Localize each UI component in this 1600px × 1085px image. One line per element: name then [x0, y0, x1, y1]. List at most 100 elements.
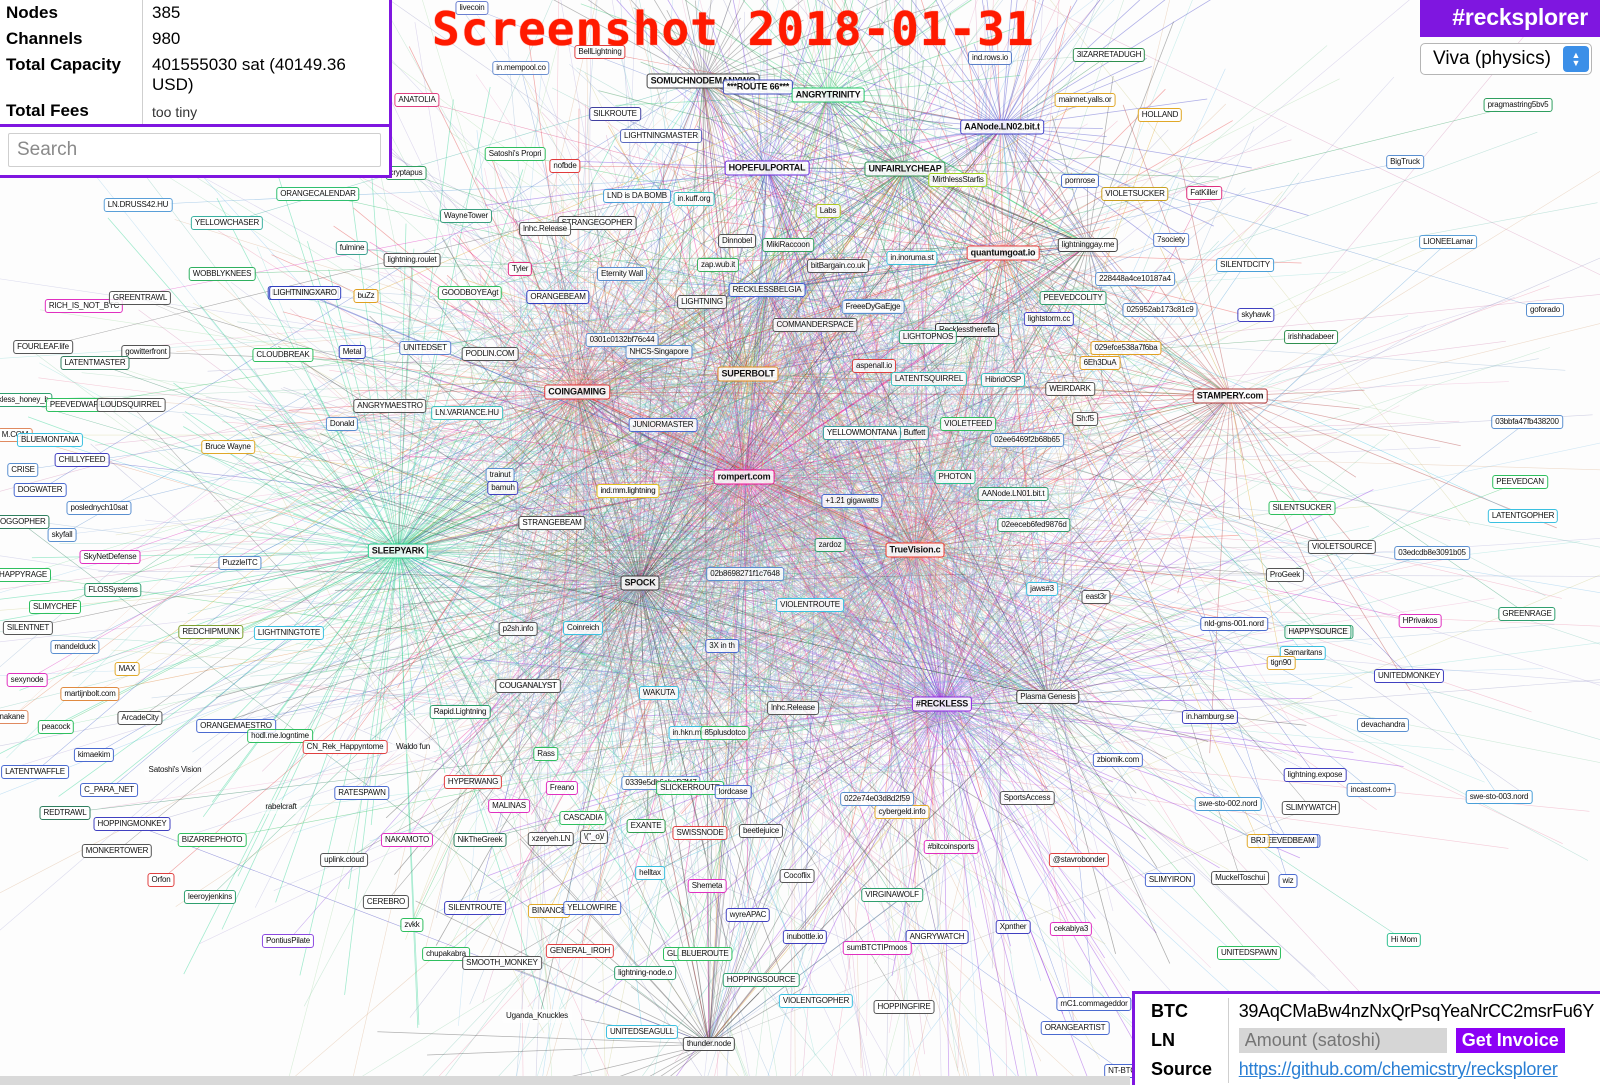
graph-node[interactable]: REDCHIPMUNK	[178, 625, 244, 639]
graph-node[interactable]: zap.wub.it	[696, 258, 740, 272]
graph-node[interactable]: cybergeld.info	[874, 805, 930, 819]
graph-node[interactable]: CN_Rek_Happyntome	[302, 740, 388, 754]
graph-node[interactable]: inubottle.io	[782, 930, 828, 944]
graph-node[interactable]: uplink.cloud	[320, 853, 368, 867]
graph-node[interactable]: UNITEDSPAWN	[1216, 946, 1282, 960]
graph-node[interactable]: 85plusdotco	[700, 726, 750, 740]
graph-node[interactable]: TrueVision.c	[885, 542, 945, 558]
layout-select[interactable]: Viva (physics)Force (d3)CircleGrid	[1420, 43, 1592, 75]
graph-node[interactable]: BRJ	[1246, 834, 1270, 848]
source-link[interactable]: https://github.com/chemicstry/recksplore…	[1239, 1059, 1558, 1079]
graph-node[interactable]: xzeryeh.LN	[527, 832, 575, 846]
graph-node[interactable]: MAX	[114, 662, 140, 676]
graph-node[interactable]: quantumgoat.io	[966, 245, 1040, 261]
graph-node[interactable]: Satoshi's Propri	[484, 147, 546, 161]
graph-node[interactable]: VIRGINAWOLF	[861, 888, 923, 902]
graph-node[interactable]: CRISE	[7, 463, 39, 477]
graph-node[interactable]: VIOLETFEED	[940, 417, 996, 431]
graph-node[interactable]: CLOUDBREAK	[252, 348, 314, 362]
graph-node[interactable]: beetlejuice	[738, 824, 784, 838]
graph-node[interactable]: ORANGEBEAM	[526, 290, 590, 304]
graph-node[interactable]: GREENRAGE	[1498, 607, 1556, 621]
graph-node[interactable]: sexynode	[6, 673, 48, 687]
graph-node[interactable]: UNITEDSEAGULL	[605, 1025, 679, 1039]
graph-node[interactable]: bitBargain.co.uk	[806, 259, 870, 273]
graph-node[interactable]: MALINAS	[488, 799, 530, 813]
graph-node[interactable]: YELLOWFIRE	[563, 901, 621, 915]
graph-node[interactable]: LOUDSQUIRREL	[96, 398, 166, 412]
graph-node[interactable]: 029efce538a7f6ba	[1090, 341, 1162, 355]
graph-node[interactable]: BIZARREPHOTO	[177, 833, 247, 847]
graph-node[interactable]: Freano	[545, 781, 579, 795]
graph-node[interactable]: #bitcoinsports	[923, 840, 979, 854]
graph-node[interactable]: WAKUTA	[638, 686, 680, 700]
graph-node[interactable]: PontiusPilate	[261, 934, 315, 948]
graph-node[interactable]: LIGHTOPNOS	[898, 330, 958, 344]
graph-node[interactable]: nakane	[0, 710, 29, 724]
graph-node[interactable]: in.kuff.org	[673, 192, 715, 206]
graph-node[interactable]: Satoshi's Vision	[144, 763, 206, 777]
graph-node[interactable]: MirthlessStarfis	[928, 173, 988, 187]
graph-node[interactable]: martijnbolt.com	[60, 687, 120, 701]
graph-node[interactable]: ind.mm.lightning	[596, 484, 660, 498]
graph-node[interactable]: lordcase	[714, 785, 752, 799]
graph-node[interactable]: SILENTNET	[2, 621, 54, 635]
graph-node[interactable]: ProGeek	[1265, 568, 1305, 582]
graph-node[interactable]: PEEVEDCAN	[1492, 475, 1548, 489]
graph-node[interactable]: FLOSSystems	[84, 583, 142, 597]
graph-node[interactable]: VIOLENTROUTE	[776, 598, 844, 612]
graph-node[interactable]: ArcadeCity	[117, 711, 163, 725]
graph-node[interactable]: east3r	[1081, 590, 1111, 604]
graph-node[interactable]: ***ROUTE 66***	[722, 79, 794, 95]
graph-node[interactable]: Metal	[338, 345, 366, 359]
graph-node[interactable]: rabelcraft	[261, 800, 301, 814]
graph-node[interactable]: helltax	[635, 866, 665, 880]
graph-node[interactable]: rompert.com	[713, 469, 775, 485]
graph-node[interactable]: wyreAPAC	[725, 908, 771, 922]
graph-node[interactable]: HPrivakos	[1398, 614, 1442, 628]
graph-node[interactable]: lnhc.Release	[767, 701, 819, 715]
graph-node[interactable]: LIONEELamar	[1419, 235, 1477, 249]
graph-node[interactable]: PODLIN.COM	[461, 347, 519, 361]
graph-node[interactable]: mainnet.yalls.or	[1054, 93, 1116, 107]
graph-node[interactable]: HOPPINGMONKEY	[93, 817, 171, 831]
graph-node[interactable]: mandelduck	[50, 640, 100, 654]
graph-node[interactable]: HAPPYRAGE	[0, 568, 51, 582]
graph-node[interactable]: FOURLEAF.life	[13, 340, 73, 354]
graph-node[interactable]: Coinreich	[563, 621, 603, 635]
graph-node[interactable]: trainut	[485, 468, 515, 482]
graph-node[interactable]: AANode.LN01.bit.t	[977, 487, 1049, 501]
graph-node[interactable]: lightning.roulet	[383, 253, 441, 267]
graph-node[interactable]: BLUEMONTANA	[16, 433, 84, 447]
graph-node[interactable]: LIGHTNINGTOTE	[253, 626, 325, 640]
graph-node[interactable]: Uganda_Knuckles	[502, 1009, 572, 1023]
graph-node[interactable]: fulmine	[335, 241, 369, 255]
graph-node[interactable]: bamuh	[487, 481, 519, 495]
graph-node[interactable]: PuzzleITC	[218, 556, 262, 570]
graph-node[interactable]: aspenall.io	[851, 359, 897, 373]
graph-node[interactable]: LN.DRUSS42.HU	[103, 198, 173, 212]
graph-node[interactable]: Labs	[815, 204, 841, 218]
graph-node[interactable]: 6Eh3DuA	[1079, 356, 1121, 370]
graph-node[interactable]: LATENTMASTER	[60, 356, 130, 370]
graph-node[interactable]: lightninggay.me	[1057, 238, 1119, 252]
graph-node[interactable]: MikiRaccoon	[762, 238, 814, 252]
graph-node[interactable]: MuckelToschui	[1211, 871, 1269, 885]
graph-node[interactable]: ANATOLIA	[394, 93, 440, 107]
graph-node[interactable]: COUGANALYST	[495, 679, 561, 693]
graph-node[interactable]: mC1.commageddor	[1056, 997, 1132, 1011]
graph-node[interactable]: GOODBOYEAgt	[437, 286, 503, 300]
graph-node[interactable]: tign90	[1266, 656, 1296, 670]
graph-node[interactable]: DOGGOPHER	[0, 515, 50, 529]
graph-node[interactable]: C_PARA_NET	[80, 783, 138, 797]
graph-node[interactable]: +1.21 gigawatts	[821, 494, 883, 508]
graph-node[interactable]: Rapid.Lightning	[429, 705, 491, 719]
graph-node[interactable]: UNITEDSET	[399, 341, 451, 355]
graph-node[interactable]: COMMANDERSPACE	[772, 318, 858, 332]
graph-node[interactable]: PHOTON	[934, 470, 976, 484]
graph-node[interactable]: VIOLETSOURCE	[1307, 540, 1377, 554]
graph-node[interactable]: SkyNetDefense	[79, 550, 141, 564]
graph-node[interactable]: Cocoflix	[779, 869, 815, 883]
graph-node[interactable]: CHILLYFEED	[54, 453, 110, 467]
graph-node[interactable]: SILENTROUTE	[444, 901, 506, 915]
